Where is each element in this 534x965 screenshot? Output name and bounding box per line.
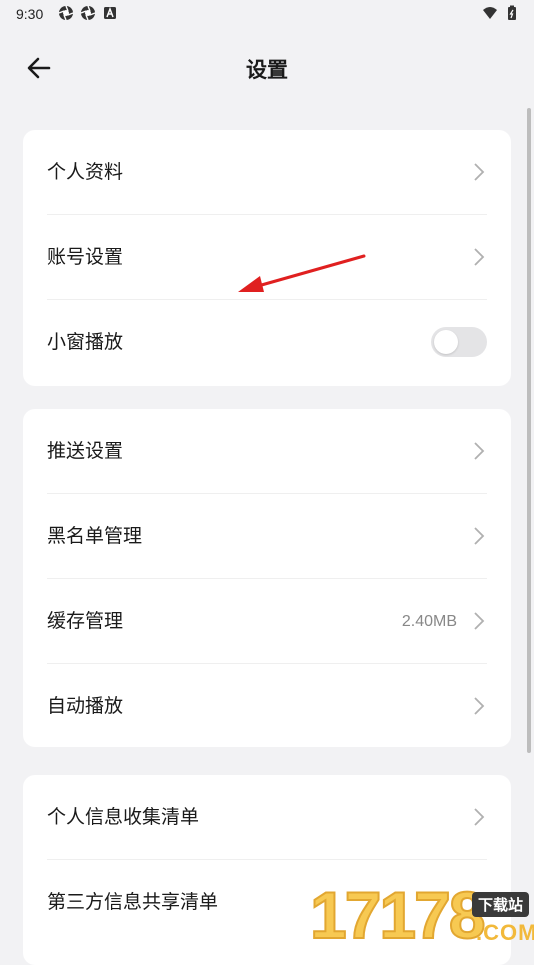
settings-card-general: 个人资料 账号设置 小窗播放 bbox=[23, 130, 511, 386]
status-icons-right bbox=[482, 5, 520, 21]
chevron-right-icon bbox=[474, 893, 485, 911]
row-label: 个人信息收集清单 bbox=[47, 806, 200, 828]
row-profile[interactable]: 个人资料 bbox=[23, 130, 511, 215]
row-label: 账号设置 bbox=[47, 246, 124, 268]
row-account-settings[interactable]: 账号设置 bbox=[23, 215, 511, 300]
header: 设置 bbox=[0, 40, 534, 96]
chevron-right-icon bbox=[474, 612, 485, 630]
status-bar: 9:30 bbox=[0, 0, 534, 28]
row-personal-info-list[interactable]: 个人信息收集清单 bbox=[23, 775, 511, 860]
row-cache[interactable]: 缓存管理 2.40MB bbox=[23, 579, 511, 664]
page-title: 设置 bbox=[246, 58, 288, 82]
aperture-icon bbox=[58, 5, 74, 21]
settings-card-content: 推送设置 黑名单管理 缓存管理 2.40MB 自动播放 bbox=[23, 409, 511, 747]
toggle-knob bbox=[434, 330, 458, 354]
chevron-right-icon bbox=[474, 527, 485, 545]
row-label: 自动播放 bbox=[47, 695, 124, 717]
chevron-right-icon bbox=[474, 163, 485, 181]
chevron-right-icon bbox=[474, 248, 485, 266]
row-blacklist[interactable]: 黑名单管理 bbox=[23, 494, 511, 579]
row-label: 黑名单管理 bbox=[47, 525, 143, 547]
row-push-settings[interactable]: 推送设置 bbox=[23, 409, 511, 494]
row-third-party-sharing-list[interactable]: 第三方信息共享清单 bbox=[23, 860, 511, 945]
row-label: 推送设置 bbox=[47, 440, 124, 462]
row-label: 小窗播放 bbox=[47, 331, 124, 353]
chevron-right-icon bbox=[474, 808, 485, 826]
chevron-right-icon bbox=[474, 697, 485, 715]
settings-card-privacy: 个人信息收集清单 第三方信息共享清单 bbox=[23, 775, 511, 965]
chevron-right-icon bbox=[474, 442, 485, 460]
scrollbar[interactable] bbox=[527, 108, 531, 753]
status-time: 9:30 bbox=[16, 6, 44, 22]
a-box-icon bbox=[104, 6, 116, 19]
row-mini-window-playback: 小窗播放 bbox=[23, 300, 511, 385]
status-icons-left bbox=[58, 5, 118, 21]
mini-window-toggle[interactable] bbox=[431, 327, 487, 357]
wifi-icon bbox=[483, 7, 497, 19]
aperture-icon bbox=[80, 5, 96, 21]
cache-size-value: 2.40MB bbox=[401, 613, 457, 630]
battery-icon bbox=[508, 5, 516, 20]
row-label: 第三方信息共享清单 bbox=[47, 891, 219, 913]
row-label: 个人资料 bbox=[47, 161, 124, 183]
row-autoplay[interactable]: 自动播放 bbox=[23, 664, 511, 749]
row-label: 缓存管理 bbox=[47, 610, 124, 632]
